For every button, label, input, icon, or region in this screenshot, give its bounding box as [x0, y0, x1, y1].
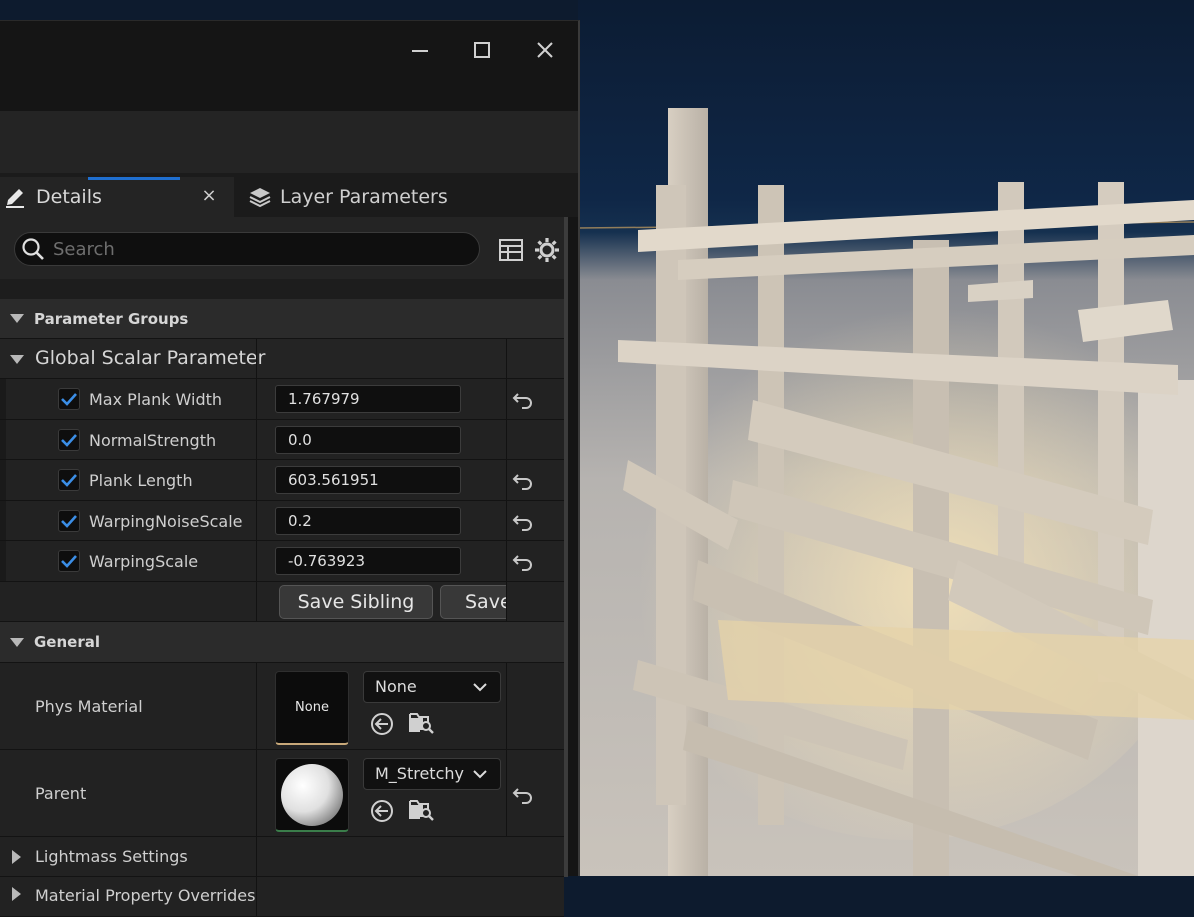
prop-label: Phys Material	[35, 697, 143, 716]
category-label: Parameter Groups	[34, 309, 189, 328]
param-value-field[interactable]: 0.2	[275, 507, 461, 535]
prop-row-parent: Parent M_Stretchy	[0, 750, 564, 837]
param-enable-checkbox[interactable]	[58, 469, 80, 491]
reset-to-default-icon[interactable]	[512, 388, 534, 410]
reset-to-default-icon[interactable]	[512, 550, 534, 572]
collapse-arrow-icon	[10, 637, 24, 647]
title-bar[interactable]	[0, 21, 578, 111]
param-value-field[interactable]: 603.561951	[275, 466, 461, 494]
tab-bar: Details × Layer Parameters	[0, 173, 578, 217]
collapse-arrow-icon	[10, 314, 24, 323]
category-parameter-groups[interactable]: Parameter Groups	[0, 299, 564, 339]
dropdown-value: M_Stretchy	[375, 764, 464, 783]
category-label: Material Property Overrides	[35, 886, 256, 905]
prop-row-phys-material: Phys Material None None	[0, 663, 564, 750]
category-material-property-overrides[interactable]: Material Property Overrides	[0, 877, 564, 917]
tab-layer-label: Layer Parameters	[280, 186, 448, 208]
param-row-warping-noise-scale: WarpingNoiseScale 0.2	[0, 501, 564, 541]
tab-details-label: Details	[36, 186, 102, 208]
save-buttons-row: Save Sibling Save	[0, 582, 564, 622]
gear-icon[interactable]	[534, 237, 560, 263]
tab-close-icon[interactable]: ×	[200, 187, 218, 205]
category-general[interactable]: General	[0, 622, 564, 663]
chevron-down-icon	[473, 770, 487, 779]
param-label: Plank Length	[89, 471, 193, 490]
category-label: General	[34, 633, 100, 651]
close-icon[interactable]	[530, 35, 560, 65]
checkmark-icon	[61, 515, 77, 528]
prop-label: Parent	[35, 784, 87, 803]
browse-asset-icon[interactable]	[408, 796, 434, 822]
browse-asset-icon[interactable]	[408, 709, 434, 735]
sphere-preview-icon	[281, 764, 343, 826]
table-view-icon[interactable]	[498, 237, 524, 263]
layers-icon	[249, 188, 271, 208]
parent-picker-dropdown[interactable]: M_Stretchy	[363, 758, 501, 790]
reset-to-default-icon[interactable]	[512, 469, 534, 491]
reset-to-default-icon[interactable]	[512, 783, 534, 805]
search-input[interactable]	[53, 238, 453, 260]
asset-thumbnail[interactable]: None	[275, 671, 349, 745]
param-value-field[interactable]: -0.763923	[275, 547, 461, 575]
search-icon	[22, 238, 44, 260]
expand-arrow-icon	[12, 887, 21, 901]
param-value-field[interactable]: 1.767979	[275, 385, 461, 413]
param-enable-checkbox[interactable]	[58, 550, 80, 572]
asset-picker-dropdown[interactable]: None	[363, 671, 501, 703]
details-panel: Parameter Groups Global Scalar Parameter…	[0, 217, 568, 917]
param-row-normal-strength: NormalStrength 0.0	[0, 420, 564, 460]
param-value-field[interactable]: 0.0	[275, 426, 461, 454]
chevron-down-icon	[473, 683, 487, 692]
param-enable-checkbox[interactable]	[58, 510, 80, 532]
checkmark-icon	[61, 555, 77, 568]
search-row	[0, 217, 564, 279]
param-row-max-plank-width: Max Plank Width 1.767979	[0, 379, 564, 420]
material-editor-window: Details × Layer Parameters Search Parame…	[0, 20, 580, 917]
maximize-icon[interactable]	[467, 35, 497, 65]
checkmark-icon	[61, 393, 77, 406]
param-row-plank-length: Plank Length 603.561951	[0, 460, 564, 501]
param-row-warping-scale: WarpingScale -0.763923	[0, 541, 564, 582]
collapse-arrow-icon	[10, 355, 24, 364]
param-label: NormalStrength	[89, 431, 217, 450]
parent-material-thumbnail[interactable]	[275, 758, 349, 832]
group-global-scalar[interactable]: Global Scalar Parameter	[0, 339, 564, 379]
use-selected-asset-icon[interactable]	[369, 798, 395, 824]
param-enable-checkbox[interactable]	[58, 429, 80, 451]
param-label: WarpingNoiseScale	[89, 512, 243, 531]
scaffold-scene	[578, 108, 1194, 876]
viewport-3d[interactable]	[578, 0, 1194, 876]
reset-to-default-icon[interactable]	[512, 510, 534, 532]
checkmark-icon	[61, 434, 77, 447]
save-child-button[interactable]: Save	[440, 585, 506, 619]
group-label: Global Scalar Parameter	[35, 347, 266, 369]
category-lightmass-settings[interactable]: Lightmass Settings	[0, 837, 564, 877]
category-label: Lightmass Settings	[35, 847, 188, 866]
pencil-icon	[6, 189, 24, 208]
checkmark-icon	[61, 474, 77, 487]
param-enable-checkbox[interactable]	[58, 388, 80, 410]
save-sibling-button[interactable]: Save Sibling	[279, 585, 433, 619]
thumbnail-label: None	[295, 700, 329, 715]
toolbar	[0, 111, 578, 173]
param-label: Max Plank Width	[89, 390, 223, 409]
expand-arrow-icon	[12, 849, 21, 864]
use-selected-asset-icon[interactable]	[369, 711, 395, 737]
minimize-icon[interactable]	[405, 35, 435, 65]
tab-details[interactable]: Details ×	[0, 177, 234, 217]
tab-layer-parameters[interactable]: Layer Parameters	[244, 177, 544, 217]
search-box[interactable]	[14, 232, 480, 266]
param-label: WarpingScale	[89, 552, 199, 571]
dropdown-value: None	[375, 677, 417, 696]
